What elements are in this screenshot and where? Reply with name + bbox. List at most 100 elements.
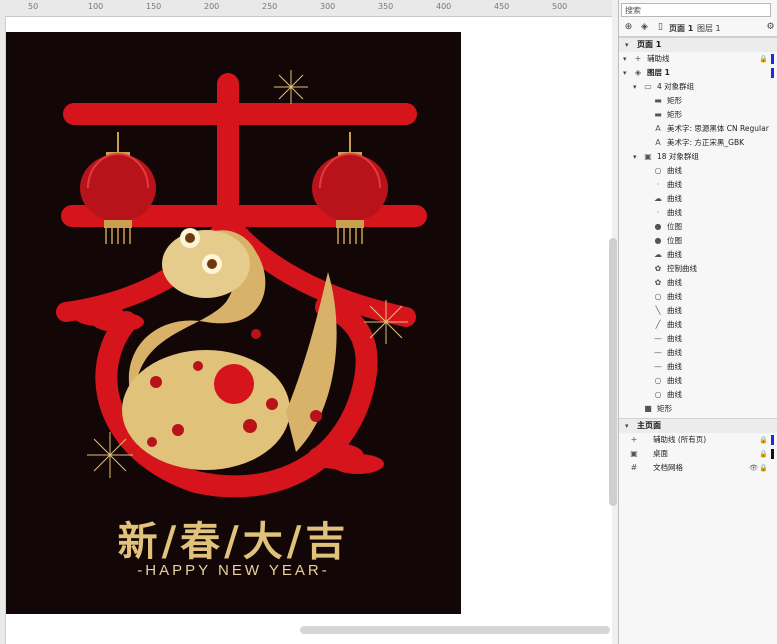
ruler-mark: 300 (320, 2, 336, 11)
layer-name: 曲线 (667, 194, 682, 203)
layer-row[interactable]: · 曲线 (619, 178, 777, 192)
layer-name: 曲线 (667, 166, 682, 175)
layer-row[interactable]: — 曲线 (619, 332, 777, 346)
curve-icon: — (654, 348, 662, 357)
search-input[interactable]: 搜索 (621, 3, 771, 17)
chevron-down-icon[interactable]: ▾ (625, 38, 629, 52)
curve-icon: ╲ (655, 306, 661, 315)
desktop-icon: ▣ (630, 449, 638, 458)
ruler-mark: 250 (262, 2, 278, 11)
panel-toolbar: ⊕ ◈ ▯ 页面 1 图层 1 ⚙ (619, 20, 777, 37)
layer-name: 曲线 (667, 250, 682, 259)
master-layer-row[interactable]: ▣ 桌面 🔒 (619, 447, 777, 461)
rectangle-icon: ▬ (654, 96, 662, 105)
curve-icon: · (656, 208, 660, 217)
layer-row[interactable]: ╲ 曲线 (619, 304, 777, 318)
layer-row[interactable]: ○ 曲线 (619, 374, 777, 388)
layer-color-swatch (771, 54, 774, 64)
horizontal-ruler: 50 100 150 200 250 300 350 400 450 500 (0, 0, 612, 17)
ruler-mark: 150 (146, 2, 162, 11)
layer-row[interactable]: ☁ 曲线 (619, 192, 777, 206)
chevron-down-icon[interactable]: ▾ (633, 150, 637, 164)
page-section-header[interactable]: ▾ 页面 1 (619, 37, 777, 52)
layer-row[interactable]: ▾ ▣ 18 对象群组 (619, 150, 777, 164)
layer-row[interactable]: ✿ 曲线 (619, 276, 777, 290)
layer-name: 美术字: 思源黑体 CN Regular (667, 124, 769, 133)
master-layer-name: 辅助线 (所有页) (653, 435, 707, 444)
tab-layer[interactable]: 图层 1 (697, 23, 721, 34)
layer-name: 辅助线 (647, 54, 670, 63)
layer-name: 曲线 (667, 348, 682, 357)
curve-icon: ○ (654, 292, 662, 301)
layer-name: 矩形 (657, 404, 672, 413)
lock-icon[interactable]: 🔒 (759, 447, 768, 461)
bitmap-icon: ● (654, 236, 662, 245)
master-layer-name: 桌面 (653, 449, 668, 458)
tab-page[interactable]: 页面 1 (669, 23, 693, 34)
ruler-mark: 400 (436, 2, 452, 11)
group-icon: ▭ (644, 82, 652, 91)
layer-row[interactable]: — 曲线 (619, 346, 777, 360)
ruler-mark: 50 (28, 2, 39, 11)
layer-name: 曲线 (667, 292, 682, 301)
horizontal-scrollbar[interactable] (300, 626, 610, 634)
curve-icon: ✿ (654, 278, 662, 287)
lantern-left-icon (80, 132, 156, 244)
layer-name: 曲线 (667, 362, 682, 371)
layer-name: 曲线 (667, 306, 682, 315)
layer-row[interactable]: ╱ 曲线 (619, 318, 777, 332)
visibility-icon[interactable]: 👁 (749, 461, 758, 475)
layer-name: 曲线 (667, 278, 682, 287)
master-layer-name: 文档网格 (653, 463, 683, 472)
chevron-down-icon[interactable]: ▾ (623, 52, 627, 66)
guides-icon: + (630, 435, 638, 444)
layer-row[interactable]: ■ 矩形 (619, 402, 777, 416)
bitmap-icon: ● (654, 222, 662, 231)
master-layer-row[interactable]: + 辅助线 (所有页) 🔒 (619, 433, 777, 447)
layer-row[interactable]: ▬ 矩形 (619, 108, 777, 122)
group-icon: ▣ (644, 152, 652, 161)
chevron-down-icon[interactable]: ▾ (633, 80, 637, 94)
page-icon[interactable]: ▯ (655, 22, 666, 33)
layer-name: 曲线 (667, 320, 682, 329)
chevron-down-icon[interactable]: ▾ (625, 419, 629, 433)
ruler-mark: 450 (494, 2, 510, 11)
curve-icon: — (654, 334, 662, 343)
layer-row[interactable]: ● 位图 (619, 220, 777, 234)
layer-row[interactable]: ✿ 控制曲线 (619, 262, 777, 276)
chevron-down-icon[interactable]: ▾ (623, 66, 627, 80)
layer-row[interactable]: A 美术字: 方正宋黑_GBK (619, 136, 777, 150)
layer-row[interactable]: A 美术字: 思源黑体 CN Regular (619, 122, 777, 136)
new-layer-icon[interactable]: ⊕ (623, 22, 634, 33)
lock-icon[interactable]: 🔒 (759, 433, 768, 447)
vertical-scrollbar[interactable] (609, 238, 617, 506)
curve-icon: ╱ (655, 320, 661, 329)
curve-icon: ○ (654, 376, 662, 385)
layer-row[interactable]: ● 位图 (619, 234, 777, 248)
lock-icon[interactable]: 🔒 (759, 461, 768, 475)
curve-icon: ○ (654, 390, 662, 399)
page-section-label: 页面 1 (637, 40, 662, 49)
master-section-header[interactable]: ▾ 主页面 (619, 418, 777, 433)
layer-name: 曲线 (667, 334, 682, 343)
curve-icon: · (656, 180, 660, 189)
layer-row[interactable]: ▾ + 辅助线 🔒 (619, 52, 777, 66)
layer-row[interactable]: ○ 曲线 (619, 164, 777, 178)
layer-row[interactable]: ○ 曲线 (619, 388, 777, 402)
gear-icon[interactable]: ⚙ (765, 22, 776, 33)
master-layer-row[interactable]: # 文档网格 👁 🔒 (619, 461, 777, 475)
layer-row[interactable]: — 曲线 (619, 360, 777, 374)
layer-row[interactable]: ☁ 曲线 (619, 248, 777, 262)
layer-row[interactable]: ▾ ◈ 图层 1 (619, 66, 777, 80)
lock-icon[interactable]: 🔒 (759, 52, 768, 66)
layer-name: 曲线 (667, 208, 682, 217)
layer-stack-icon[interactable]: ◈ (639, 22, 650, 33)
layer-name: 位图 (667, 222, 682, 231)
layer-row[interactable]: ○ 曲线 (619, 290, 777, 304)
layer-row[interactable]: ▾ ▭ 4 对象群组 (619, 80, 777, 94)
layer-row[interactable]: ▬ 矩形 (619, 94, 777, 108)
layer-row[interactable]: · 曲线 (619, 206, 777, 220)
layer-name: 美术字: 方正宋黑_GBK (667, 138, 745, 147)
layer-name: 曲线 (667, 180, 682, 189)
poster-artboard[interactable]: 新/春/大/吉 -HAPPY NEW YEAR- (6, 32, 461, 614)
